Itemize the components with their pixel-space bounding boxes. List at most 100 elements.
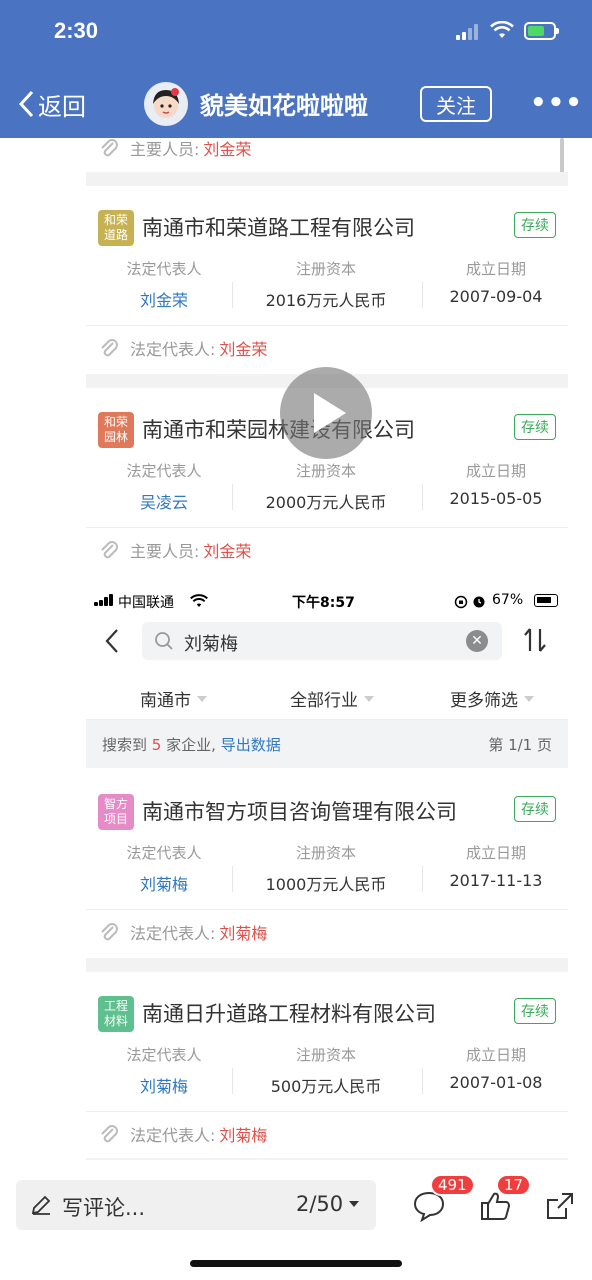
capital-column: 注册资本 2016万元人民币 xyxy=(256,258,396,311)
strip-label: 法定代表人: xyxy=(130,340,216,359)
comment-placeholder: 写评论... xyxy=(62,1196,146,1220)
divider xyxy=(86,172,568,186)
legal-rep-column: 法定代表人 刘菊梅 xyxy=(94,842,234,895)
capital-value: 2016万元人民币 xyxy=(265,291,387,310)
info-strip: 主要人员: 刘金荣 xyxy=(86,138,568,172)
embedded-time: 下午8:57 xyxy=(292,595,355,611)
strip-value: 刘金荣 xyxy=(219,340,268,359)
embedded-status-bar: 中国联通 下午8:57 67% xyxy=(86,586,568,616)
more-options-button[interactable]: ••• xyxy=(530,88,583,118)
date-label: 成立日期 xyxy=(465,462,526,480)
paperclip-icon xyxy=(101,339,118,357)
back-chevron-icon[interactable] xyxy=(104,628,120,654)
divider xyxy=(422,866,423,892)
divider xyxy=(232,866,233,892)
top-app-bar: 2:30 返回 貌美如花啦啦啦 关注 ••• xyxy=(0,0,592,138)
company-name[interactable]: 南通日升道路工程材料有限公司 xyxy=(142,998,436,1028)
industry-filter-label: 全部行业 xyxy=(290,691,358,711)
cellular-signal-icon xyxy=(94,594,116,606)
capital-label: 注册资本 xyxy=(295,462,356,480)
date-column: 成立日期 2017-11-13 xyxy=(426,842,566,890)
home-indicator xyxy=(190,1260,402,1267)
legal-rep-link[interactable]: 刘菊梅 xyxy=(94,871,234,895)
search-header: 刘菊梅 ✕ xyxy=(86,620,568,664)
date-value: 2017-11-13 xyxy=(449,871,543,890)
date-label: 成立日期 xyxy=(465,260,526,278)
divider xyxy=(232,282,233,308)
comment-input[interactable]: 写评论... 2/50 xyxy=(16,1180,376,1230)
battery-percent: 67% xyxy=(492,592,524,608)
status-badge: 存续 xyxy=(514,414,556,440)
divider xyxy=(422,1068,423,1094)
status-badge: 存续 xyxy=(514,212,556,238)
result-count: 5 xyxy=(151,736,162,754)
city-filter[interactable]: 南通市 xyxy=(140,686,207,711)
company-name[interactable]: 南通市智方项目咨询管理有限公司 xyxy=(142,796,457,826)
share-icon xyxy=(547,1193,573,1219)
capital-column: 注册资本 2000万元人民币 xyxy=(256,460,396,513)
capital-label: 注册资本 xyxy=(295,844,356,862)
status-badge: 存续 xyxy=(514,796,556,822)
carrier-name: 中国联通 xyxy=(118,595,174,611)
search-query: 刘菊梅 xyxy=(184,634,238,655)
company-logo: 智方 项目 xyxy=(98,794,134,830)
more-filters[interactable]: 更多筛选 xyxy=(450,686,534,711)
capital-label: 注册资本 xyxy=(295,1046,356,1064)
back-label: 返回 xyxy=(38,92,86,121)
strip-value: 刘菊梅 xyxy=(219,924,268,943)
legal-rep-label: 法定代表人 xyxy=(126,844,202,862)
clear-icon[interactable]: ✕ xyxy=(466,630,488,652)
capital-value: 500万元人民币 xyxy=(270,1077,382,1096)
battery-icon xyxy=(524,22,559,40)
divider xyxy=(86,958,568,972)
status-time: 2:30 xyxy=(54,18,99,43)
image-content: 主要人员: 刘金荣 和荣 道路 南通市和荣道路工程有限公司 存续 法定代表人 刘… xyxy=(86,138,568,1160)
legal-rep-label: 法定代表人 xyxy=(126,260,202,278)
date-column: 成立日期 2015-05-05 xyxy=(426,460,566,508)
divider xyxy=(422,282,423,308)
legal-rep-link[interactable]: 吴凌云 xyxy=(94,489,234,513)
channel-title: 貌美如花啦啦啦 xyxy=(200,92,368,120)
back-button[interactable]: 返回 xyxy=(18,84,86,124)
capital-label: 注册资本 xyxy=(295,260,356,278)
company-name[interactable]: 南通市和荣园林建设有限公司 xyxy=(142,414,415,444)
company-name[interactable]: 南通市和荣道路工程有限公司 xyxy=(142,212,415,242)
search-input[interactable]: 刘菊梅 ✕ xyxy=(142,622,502,660)
pen-icon xyxy=(31,1195,51,1215)
legal-rep-link[interactable]: 刘金荣 xyxy=(94,287,234,311)
paperclip-icon xyxy=(101,139,118,157)
capital-column: 注册资本 1000万元人民币 xyxy=(256,842,396,895)
divider xyxy=(232,1068,233,1094)
industry-filter[interactable]: 全部行业 xyxy=(290,686,374,711)
strip-value: 刘菊梅 xyxy=(219,1126,268,1145)
date-value: 2015-05-05 xyxy=(449,489,543,508)
follow-button[interactable]: 关注 xyxy=(420,86,492,122)
company-card[interactable]: 工程 材料 南通日升道路工程材料有限公司 存续 法定代表人 刘菊梅 注册资本 5… xyxy=(86,972,568,1112)
company-logo: 和荣 道路 xyxy=(98,210,134,246)
avatar[interactable] xyxy=(144,82,188,126)
search-icon xyxy=(155,632,173,650)
status-badge: 存续 xyxy=(514,998,556,1024)
page-indicator[interactable]: 2/50 xyxy=(296,1192,360,1216)
divider xyxy=(422,484,423,510)
company-logo: 工程 材料 xyxy=(98,996,134,1032)
export-data-link[interactable]: 导出数据 xyxy=(221,736,281,754)
company-card[interactable]: 和荣 道路 南通市和荣道路工程有限公司 存续 法定代表人 刘金荣 注册资本 20… xyxy=(86,186,568,326)
strip-value: 刘金荣 xyxy=(203,542,252,561)
sort-icon[interactable] xyxy=(522,626,548,654)
share-button[interactable] xyxy=(544,1190,576,1226)
filter-bar: 南通市 全部行业 更多筛选 xyxy=(86,672,568,720)
capital-value: 2000万元人民币 xyxy=(265,493,387,512)
strip-label: 主要人员: xyxy=(130,140,200,159)
info-strip: 法定代表人: 刘菊梅 xyxy=(86,908,568,956)
comment-count-badge: 491 xyxy=(430,1174,475,1196)
info-strip: 法定代表人: 刘金荣 xyxy=(86,324,568,372)
strip-label: 法定代表人: xyxy=(130,1126,216,1145)
legal-rep-column: 法定代表人 吴凌云 xyxy=(94,460,234,513)
legal-rep-link[interactable]: 刘菊梅 xyxy=(94,1073,234,1097)
page-indicator-label: 2/50 xyxy=(296,1192,344,1216)
company-card[interactable]: 智方 项目 南通市智方项目咨询管理有限公司 存续 法定代表人 刘菊梅 注册资本 … xyxy=(86,770,568,910)
date-value: 2007-09-04 xyxy=(449,287,543,306)
legal-rep-column: 法定代表人 刘金荣 xyxy=(94,258,234,311)
play-button[interactable] xyxy=(280,367,372,459)
